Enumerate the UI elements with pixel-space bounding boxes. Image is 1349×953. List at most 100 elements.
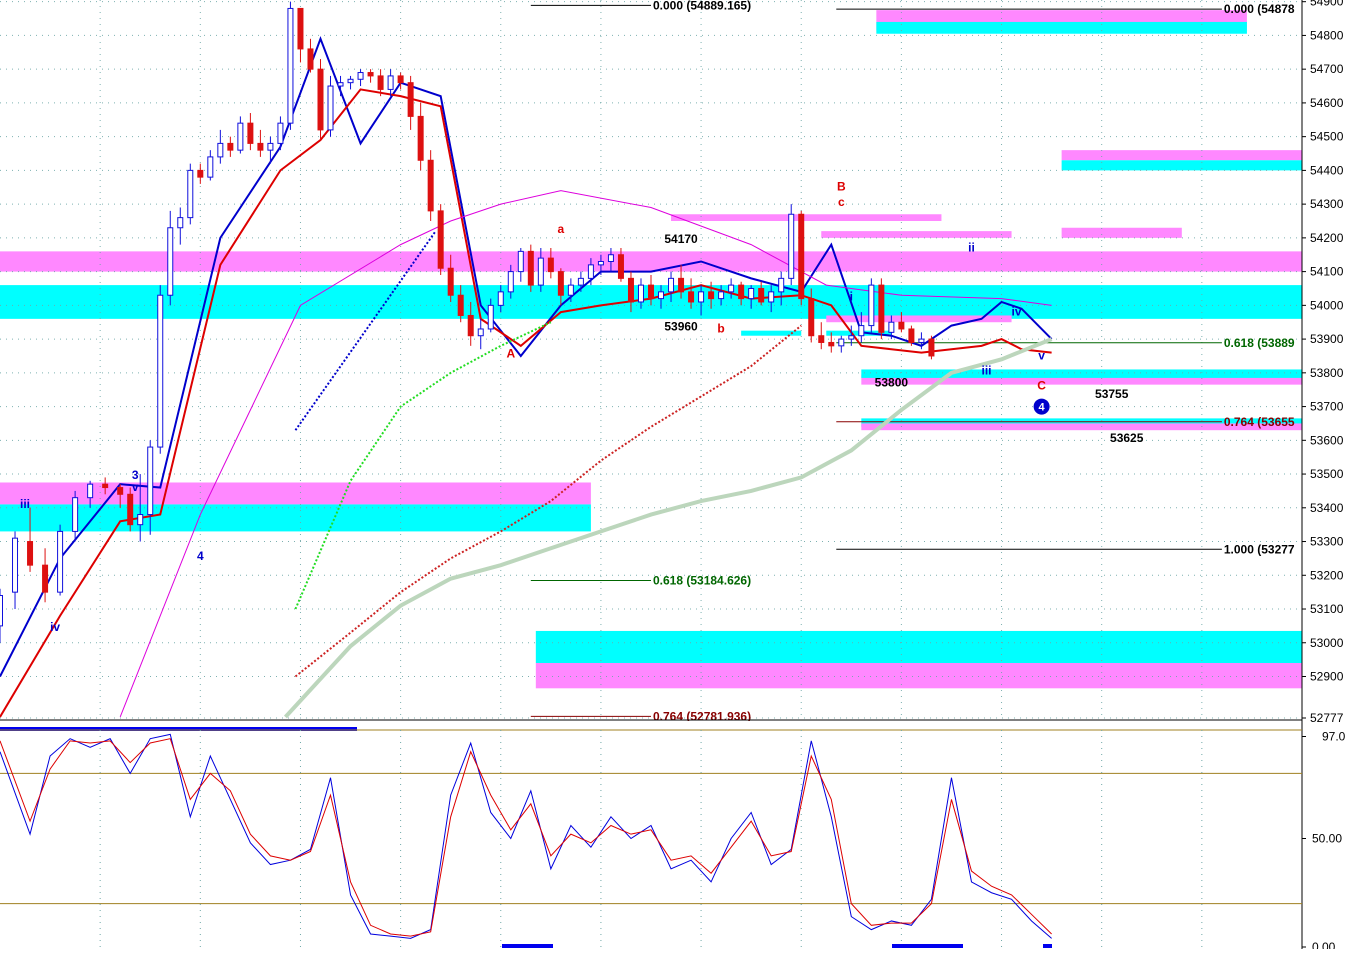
wave-label: B xyxy=(837,180,846,194)
candle-body xyxy=(207,156,214,178)
candle-body xyxy=(127,493,134,526)
price-zone xyxy=(1061,160,1302,171)
y-tick-label: 54100 xyxy=(1310,265,1344,279)
signal-bar xyxy=(892,944,963,948)
candle-body xyxy=(337,82,344,87)
candle-body xyxy=(227,142,234,151)
y-tick-label: 54800 xyxy=(1310,28,1344,42)
candle-body xyxy=(57,530,64,593)
y-tick-label: 53900 xyxy=(1310,332,1344,346)
y-tick-label: 52777 xyxy=(1310,711,1344,725)
wave-label: v xyxy=(1038,348,1045,362)
candle-body xyxy=(908,328,915,343)
chart-root: 0.000 (54889.165) 0.618 (53184.626) 0.764 … xyxy=(0,0,1349,953)
candle-body xyxy=(688,291,695,303)
candle-body xyxy=(838,338,845,347)
candle-body xyxy=(668,277,675,293)
candle-body xyxy=(377,75,384,90)
candle-body xyxy=(327,85,334,131)
candle-body xyxy=(12,537,19,593)
panel-gap xyxy=(0,721,1302,725)
candle-body xyxy=(497,291,504,306)
fib-level-label: 1.000 (53277 xyxy=(1224,542,1295,556)
candle-body xyxy=(658,291,665,300)
osc-tick-label: 0.00 xyxy=(1312,940,1336,949)
osc-tick-label: 97.0 xyxy=(1322,730,1346,744)
candle-body xyxy=(387,75,394,90)
price-label: 53800 xyxy=(875,375,909,389)
candle-body xyxy=(297,7,304,50)
candle-body xyxy=(257,142,264,151)
candle-body xyxy=(708,291,715,300)
candle-body xyxy=(167,227,174,296)
y-tick-label: 53800 xyxy=(1310,366,1344,380)
candle-body xyxy=(267,142,274,151)
candle-body xyxy=(828,341,835,347)
candle-body xyxy=(918,338,925,343)
wave-circle-label: 4 xyxy=(1039,402,1046,414)
candle-body xyxy=(317,68,324,131)
candle-body xyxy=(137,514,144,526)
wave-label: 4 xyxy=(197,549,204,563)
candle-body xyxy=(928,338,935,357)
candle-body xyxy=(287,7,294,124)
candle-body xyxy=(587,264,594,279)
candle-body xyxy=(718,291,725,300)
candle-body xyxy=(627,277,634,303)
candle-body xyxy=(648,284,654,300)
candle-body xyxy=(678,277,685,293)
candle-body xyxy=(507,271,514,293)
candle-body xyxy=(798,213,805,300)
y-tick-label: 54300 xyxy=(1310,197,1344,211)
candle-body xyxy=(437,210,444,269)
candle-body xyxy=(567,284,574,296)
candle-body xyxy=(307,48,314,70)
price-label: 53960 xyxy=(664,320,698,334)
candle-body xyxy=(617,254,624,279)
candle-body xyxy=(247,122,254,144)
candle-body xyxy=(397,75,404,84)
candle-body xyxy=(808,298,815,337)
candle-body xyxy=(637,284,644,303)
candle-body xyxy=(417,115,424,161)
candle-body xyxy=(527,250,534,286)
candle-body xyxy=(72,497,79,532)
candle-body xyxy=(457,294,464,316)
osc-tick-label: 50.00 xyxy=(1312,832,1342,846)
candle-body xyxy=(728,284,735,293)
signal-bar xyxy=(1043,944,1052,948)
y-tick-label: 54600 xyxy=(1310,96,1344,110)
wave-label: A xyxy=(506,347,515,361)
candle-body xyxy=(868,284,875,327)
price-label: 54170 xyxy=(664,232,698,246)
wave-label: C xyxy=(1037,379,1046,393)
y-tick-label: 54900 xyxy=(1310,0,1344,9)
signal-bar xyxy=(502,944,553,948)
wave-label: iii xyxy=(982,364,992,378)
candle-body xyxy=(698,291,705,303)
candle-body xyxy=(177,217,184,229)
wave-label: c xyxy=(838,195,845,209)
candle-body xyxy=(0,595,3,627)
price-zone xyxy=(876,21,1247,34)
candle-body xyxy=(577,277,584,286)
fib-level-label: 0.764 (53655 xyxy=(1224,415,1295,429)
candle-body xyxy=(447,267,454,296)
candle-body xyxy=(87,483,94,499)
candle-body xyxy=(147,446,154,516)
candle-body xyxy=(42,564,49,593)
fib-level-label: 0.000 (54878 xyxy=(1224,2,1295,16)
wave-label: iii xyxy=(20,497,30,511)
candle-body xyxy=(117,487,124,495)
candle-body xyxy=(848,335,855,340)
candle-body xyxy=(748,287,755,300)
candle-body xyxy=(788,213,795,279)
candle-body xyxy=(467,314,474,337)
y-tick-label: 53000 xyxy=(1310,636,1344,650)
candle-body xyxy=(738,284,745,300)
stock-chart: 0.000 (54889.165) 0.618 (53184.626) 0.764 … xyxy=(0,0,1346,953)
y-tick-label: 54000 xyxy=(1310,298,1344,312)
candle-body xyxy=(407,82,414,117)
price-label: 53625 xyxy=(1110,431,1144,445)
fib-level-label: 0.618 (53889 xyxy=(1224,336,1295,350)
